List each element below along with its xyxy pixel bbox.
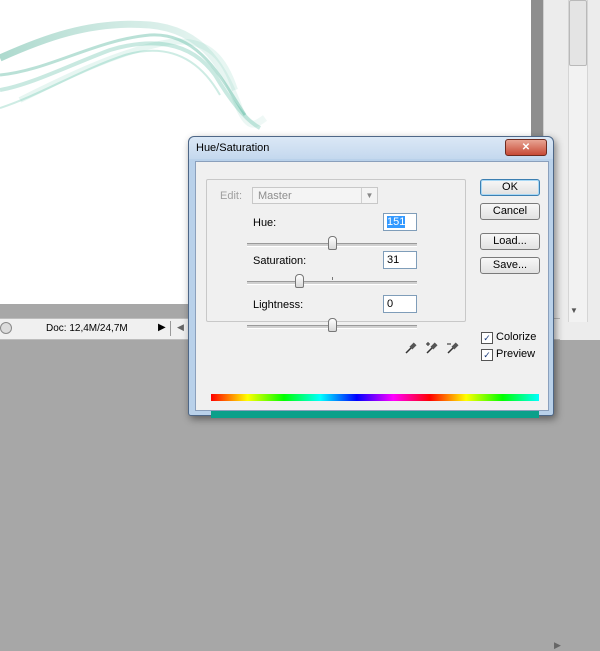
preview-checkbox[interactable]: ✓: [481, 349, 493, 361]
hue-input[interactable]: 151: [383, 213, 417, 231]
edit-dropdown[interactable]: Master ▼: [252, 187, 378, 204]
ok-button[interactable]: OK: [480, 179, 540, 196]
close-icon: ✕: [521, 142, 531, 153]
lightness-slider-thumb[interactable]: [327, 318, 337, 332]
status-divider: [170, 321, 171, 336]
edit-label: Edit:: [220, 190, 246, 202]
lightness-label: Lightness:: [253, 299, 304, 311]
dialog-titlebar[interactable]: Hue/Saturation ✕: [189, 137, 553, 159]
colorize-checkbox[interactable]: ✓: [481, 332, 493, 344]
vertical-scrollbar-thumb[interactable]: [569, 0, 587, 66]
save-button[interactable]: Save...: [480, 257, 540, 274]
arrow-right-icon[interactable]: ▶: [158, 322, 166, 333]
saturation-value: 31: [387, 254, 400, 266]
status-circle-icon[interactable]: [0, 322, 12, 334]
cancel-button[interactable]: Cancel: [480, 203, 540, 220]
eyedropper-plus-icon[interactable]: [425, 341, 439, 355]
scroll-left-icon[interactable]: ◀: [177, 322, 184, 333]
hue-value: 151: [387, 216, 406, 228]
hue-saturation-dialog: Hue/Saturation ✕ Edit: Master ▼ Hue: 151…: [188, 136, 554, 418]
scroll-down-icon[interactable]: ▼: [570, 306, 578, 315]
saturation-slider-center-tick: [332, 277, 333, 280]
hue-slider-thumb[interactable]: [327, 236, 337, 250]
lightness-input[interactable]: 0: [383, 295, 417, 313]
edit-group: Edit: Master ▼ Hue: 151 Saturation: 31 L…: [206, 179, 466, 332]
dialog-body: Edit: Master ▼ Hue: 151 Saturation: 31 L…: [195, 161, 549, 418]
close-button[interactable]: ✕: [505, 139, 547, 156]
result-color-bar: [211, 411, 539, 418]
saturation-input[interactable]: 31: [383, 251, 417, 269]
hue-spectrum-bar: [211, 394, 539, 401]
saturation-label: Saturation:: [253, 255, 307, 267]
chevron-down-icon: ▼: [361, 188, 377, 203]
doc-info: Doc: 12,4M/24,7M: [46, 323, 128, 334]
saturation-slider-thumb[interactable]: [295, 274, 305, 288]
dialog-title: Hue/Saturation: [196, 142, 270, 154]
lightness-value: 0: [387, 298, 394, 310]
load-button[interactable]: Load...: [480, 233, 540, 250]
preview-label: Preview: [496, 348, 536, 360]
eyedropper-icon[interactable]: [404, 341, 418, 355]
colorize-label: Colorize: [496, 331, 537, 343]
hue-label: Hue:: [253, 217, 277, 229]
eyedropper-minus-icon[interactable]: [446, 341, 460, 355]
scroll-right-icon[interactable]: ▶: [554, 640, 561, 651]
edit-dropdown-value: Master: [258, 190, 292, 202]
saturation-slider-track[interactable]: [247, 281, 417, 285]
